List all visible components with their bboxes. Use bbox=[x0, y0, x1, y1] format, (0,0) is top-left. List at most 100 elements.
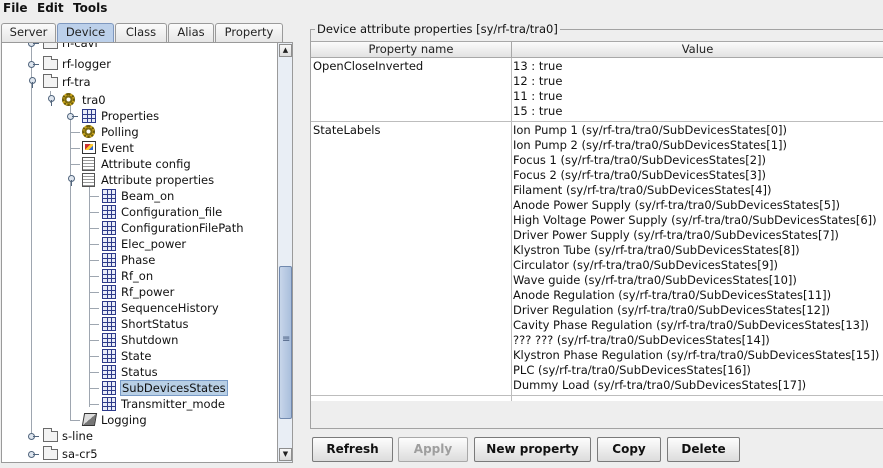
tab-class[interactable]: Class bbox=[115, 23, 167, 42]
tree-node-attribute[interactable]: Phase bbox=[2, 252, 272, 268]
new-property-button[interactable]: New property bbox=[474, 437, 591, 462]
attribute-grid-icon bbox=[102, 221, 116, 235]
tree-guide bbox=[89, 324, 99, 325]
row-separator bbox=[311, 395, 883, 396]
tree-node-event[interactable]: Event bbox=[2, 140, 272, 156]
tree-node-attribute[interactable]: State bbox=[2, 348, 272, 364]
row-separator bbox=[311, 121, 883, 122]
tree-node-properties[interactable]: Properties bbox=[2, 108, 272, 124]
property-value-line[interactable]: Driver Regulation (sy/rf-tra/tra0/SubDev… bbox=[513, 303, 830, 318]
expand-handle-icon[interactable] bbox=[67, 113, 78, 120]
tree-node-attribute[interactable]: Transmitter_mode bbox=[2, 396, 272, 412]
property-value-line[interactable]: 11 : true bbox=[513, 89, 562, 104]
tree-node-attribute[interactable]: ShortStatus bbox=[2, 316, 272, 332]
attribute-grid-icon bbox=[102, 237, 116, 251]
refresh-button[interactable]: Refresh bbox=[312, 437, 393, 462]
property-value-line[interactable]: Ion Pump 2 (sy/rf-tra/tra0/SubDevicesSta… bbox=[513, 138, 787, 153]
expand-handle-icon[interactable] bbox=[28, 61, 39, 68]
tree-node-logging[interactable]: Logging bbox=[2, 412, 272, 428]
tree-vertical-scrollbar[interactable]: ▲ ▼ bbox=[278, 42, 293, 463]
tree-node-rf-cavi[interactable]: rf-cavi bbox=[2, 43, 272, 51]
tree-node-attribute[interactable]: Elec_power bbox=[2, 236, 272, 252]
event-icon bbox=[82, 141, 96, 154]
property-value-line[interactable]: 13 : true bbox=[513, 59, 562, 74]
tree-node-label: ConfigurationFilePath bbox=[121, 221, 244, 235]
property-value-line[interactable]: Anode Power Supply (sy/rf-tra/tra0/SubDe… bbox=[513, 198, 840, 213]
property-value-line[interactable]: High Voltage Power Supply (sy/rf-tra/tra… bbox=[513, 213, 877, 228]
tree-node-attribute[interactable]: SubDevicesStates bbox=[2, 380, 272, 396]
property-value-line[interactable]: Circulator (sy/rf-tra/tra0/SubDevicesSta… bbox=[513, 258, 778, 273]
expand-handle-icon[interactable] bbox=[28, 451, 39, 458]
property-value-line[interactable]: Focus 2 (sy/rf-tra/tra0/SubDevicesStates… bbox=[513, 168, 766, 183]
column-header-value[interactable]: Value bbox=[512, 42, 883, 58]
attribute-grid-icon bbox=[102, 381, 116, 395]
property-value-line[interactable]: 15 : true bbox=[513, 104, 562, 119]
tree-node-rf-tra[interactable]: rf-tra bbox=[2, 74, 272, 90]
document-icon bbox=[82, 157, 95, 171]
attribute-grid-icon bbox=[102, 349, 116, 363]
menu-tools[interactable]: Tools bbox=[73, 1, 107, 15]
property-value-line[interactable]: Wave guide (sy/rf-tra/tra0/SubDevicesSta… bbox=[513, 273, 797, 288]
tree-node-attribute[interactable]: Rf_power bbox=[2, 284, 272, 300]
logging-icon bbox=[81, 413, 98, 426]
tree-node-attribute[interactable]: ConfigurationFilePath bbox=[2, 220, 272, 236]
collapse-handle-icon[interactable] bbox=[30, 77, 36, 87]
attribute-grid-icon bbox=[102, 189, 116, 203]
property-value-line[interactable]: 12 : true bbox=[513, 74, 562, 89]
collapse-handle-icon[interactable] bbox=[69, 175, 75, 185]
collapse-handle-icon[interactable] bbox=[49, 95, 55, 105]
tree-node-tra0[interactable]: tra0 bbox=[2, 92, 272, 108]
tab-device[interactable]: Device bbox=[57, 23, 114, 42]
property-value-line[interactable]: Focus 1 (sy/rf-tra/tra0/SubDevicesStates… bbox=[513, 153, 766, 168]
property-value-line[interactable]: Dummy Load (sy/rf-tra/tra0/SubDevicesSta… bbox=[513, 378, 806, 393]
folder-icon bbox=[43, 43, 58, 49]
tab-server[interactable]: Server bbox=[1, 23, 56, 42]
tree-guide bbox=[89, 404, 99, 405]
tree-node-polling[interactable]: Polling bbox=[2, 124, 272, 140]
property-value-line[interactable]: Anode Regulation (sy/rf-tra/tra0/SubDevi… bbox=[513, 288, 831, 303]
properties-table[interactable]: Property name Value OpenCloseInverted 13 … bbox=[311, 41, 883, 401]
attribute-grid-icon bbox=[102, 253, 116, 267]
property-value-line[interactable]: PLC (sy/rf-tra/tra0/SubDevicesStates[16]… bbox=[513, 363, 751, 378]
property-value-line[interactable]: Klystron Tube (sy/rf-tra/tra0/SubDevices… bbox=[513, 243, 800, 258]
scroll-up-icon[interactable]: ▲ bbox=[279, 44, 292, 57]
scroll-thumb[interactable] bbox=[279, 266, 292, 419]
property-name-cell[interactable]: OpenCloseInverted bbox=[313, 59, 423, 74]
device-tree[interactable]: rf-cavi rf-logger rf-tra tra0 Properties… bbox=[1, 42, 278, 463]
property-name-cell[interactable]: StateLabels bbox=[313, 123, 380, 138]
menu-edit[interactable]: Edit bbox=[37, 1, 64, 15]
tree-node-s-line[interactable]: s-line bbox=[2, 428, 272, 444]
property-value-line[interactable]: Klystron Phase Regulation (sy/rf-tra/tra… bbox=[513, 348, 879, 363]
property-value-line[interactable]: Cavity Phase Regulation (sy/rf-tra/tra0/… bbox=[513, 318, 869, 333]
tree-node-attribute[interactable]: Beam_on bbox=[2, 188, 272, 204]
tree-node-attribute[interactable]: Shutdown bbox=[2, 332, 272, 348]
tree-node-attribute[interactable]: SequenceHistory bbox=[2, 300, 272, 316]
tree-node-sa-cr5[interactable]: sa-cr5 bbox=[2, 446, 272, 462]
property-value-line[interactable]: Filament (sy/rf-tra/tra0/SubDevicesState… bbox=[513, 183, 771, 198]
tree-node-label: Elec_power bbox=[121, 237, 187, 251]
tab-alias[interactable]: Alias bbox=[168, 23, 214, 42]
expand-handle-icon[interactable] bbox=[28, 433, 39, 440]
tree-guide bbox=[89, 292, 99, 293]
property-value-line[interactable]: Driver Power Supply (sy/rf-tra/tra0/SubD… bbox=[513, 228, 839, 243]
copy-button[interactable]: Copy bbox=[597, 437, 661, 462]
delete-button[interactable]: Delete bbox=[667, 437, 740, 462]
tree-node-attribute-config[interactable]: Attribute config bbox=[2, 156, 272, 172]
menu-bar: File Edit Tools bbox=[0, 0, 883, 19]
expand-handle-icon[interactable] bbox=[28, 43, 39, 47]
tree-guide bbox=[70, 148, 80, 149]
tree-node-attribute[interactable]: Configuration_file bbox=[2, 204, 272, 220]
menu-file[interactable]: File bbox=[3, 1, 28, 15]
tree-node-rf-logger[interactable]: rf-logger bbox=[2, 56, 272, 72]
tree-node-attribute-properties[interactable]: Attribute properties bbox=[2, 172, 272, 188]
tab-property[interactable]: Property bbox=[215, 23, 283, 42]
property-value-line[interactable]: ??? ??? (sy/rf-tra/tra0/SubDevicesStates… bbox=[513, 333, 770, 348]
scroll-down-icon[interactable]: ▼ bbox=[279, 448, 292, 461]
tree-node-attribute[interactable]: Rf_on bbox=[2, 268, 272, 284]
attribute-grid-icon bbox=[102, 285, 116, 299]
panel-title: Device attribute properties [sy/rf-tra/t… bbox=[315, 22, 560, 36]
apply-button[interactable]: Apply bbox=[398, 437, 468, 462]
property-value-line[interactable]: Ion Pump 1 (sy/rf-tra/tra0/SubDevicesSta… bbox=[513, 123, 787, 138]
column-header-property-name[interactable]: Property name bbox=[311, 42, 512, 58]
tree-node-attribute[interactable]: Status bbox=[2, 364, 272, 380]
